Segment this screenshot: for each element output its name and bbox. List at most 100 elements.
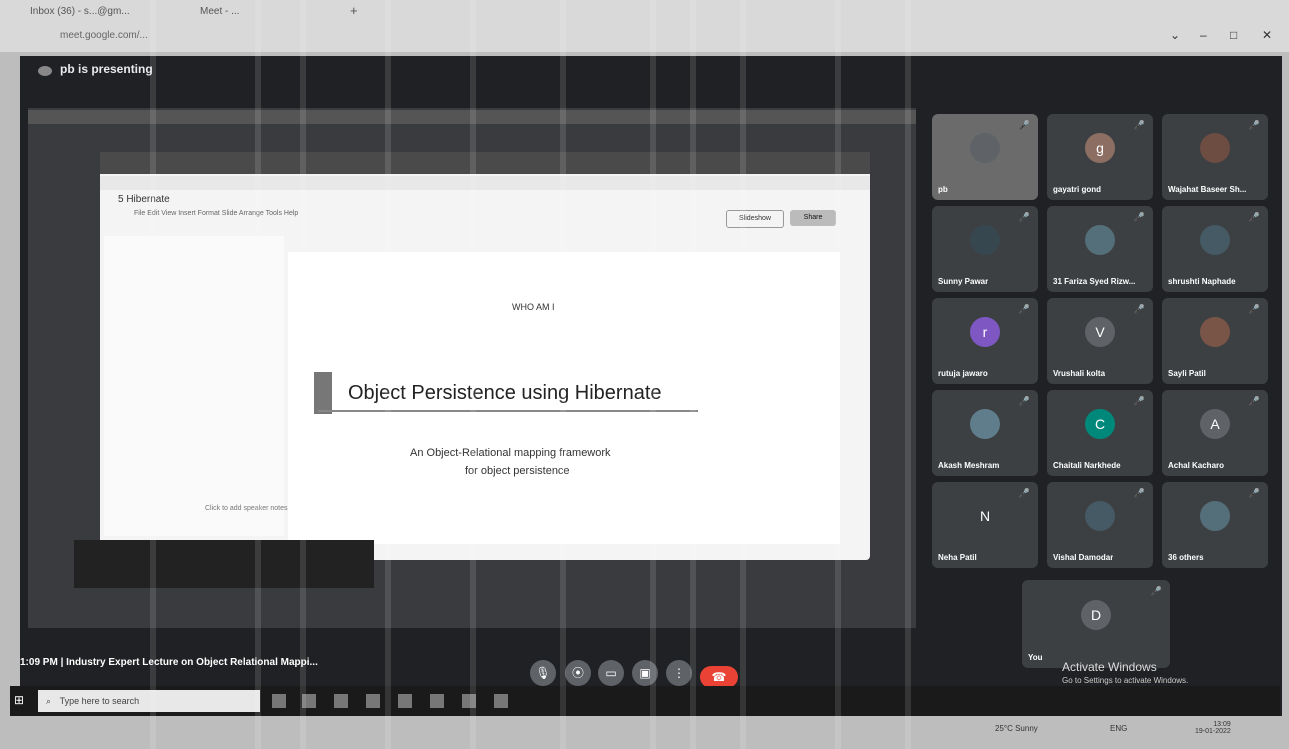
participant-avatar: C	[1085, 409, 1115, 439]
mic-muted-icon: 🎤	[1018, 488, 1030, 498]
slide-small-heading: WHO AM I	[512, 302, 555, 312]
search-icon: ⌕	[46, 696, 52, 706]
participant-tile[interactable]: V 🎤 Vrushali kolta	[1047, 298, 1153, 384]
participant-tile[interactable]: N 🎤 Neha Patil	[932, 482, 1038, 568]
speaker-notes-hint: Click to add speaker notes	[205, 505, 288, 512]
participant-tile[interactable]: 🎤 Sunny Pawar	[932, 206, 1038, 292]
participant-avatar: V	[1085, 317, 1115, 347]
mic-muted-icon: 🎤	[1248, 120, 1260, 130]
minimize-icon[interactable]: –	[1200, 28, 1207, 42]
lang-indicator[interactable]: ENG	[1110, 724, 1127, 733]
moire-stripe	[835, 0, 841, 749]
participant-avatar	[1200, 133, 1230, 163]
participant-avatar: D	[1081, 600, 1111, 630]
close-icon[interactable]: ✕	[1262, 28, 1272, 42]
photos-icon[interactable]	[494, 694, 508, 708]
mic-muted-icon: 🎤	[1018, 120, 1030, 130]
participant-tile[interactable]: 🎤 Vishal Damodar	[1047, 482, 1153, 568]
participant-avatar	[970, 409, 1000, 439]
address-bar[interactable]: meet.google.com/...	[60, 30, 1150, 46]
participant-tile[interactable]: 🎤 pb	[932, 114, 1038, 200]
shared-browser-tabs	[100, 152, 870, 174]
task-view-icon[interactable]	[272, 694, 286, 708]
mic-muted-icon: 🎤	[1248, 304, 1260, 314]
weather-text: 25°C Sunny	[995, 724, 1038, 733]
participant-tile[interactable]: D 🎤 You	[1022, 580, 1170, 668]
participant-tile[interactable]: C 🎤 Chaitali Narkhede	[1047, 390, 1153, 476]
camera-toggle-button[interactable]: ⦿	[565, 660, 591, 686]
store-icon[interactable]	[366, 694, 380, 708]
shared-terminal	[74, 540, 374, 588]
moire-stripe	[740, 0, 746, 749]
moire-stripe	[560, 0, 566, 749]
chevron-down-icon[interactable]: ⌄	[1170, 28, 1180, 42]
participant-tile[interactable]: r 🎤 rutuja jawaro	[932, 298, 1038, 384]
mic-muted-icon: 🎤	[1018, 212, 1030, 222]
participant-name: Chaitali Narkhede	[1053, 461, 1121, 470]
participant-name: Akash Meshram	[938, 461, 1000, 470]
docs-title: 5 Hibernate	[118, 194, 170, 205]
slide-subtitle-1: An Object-Relational mapping framework	[410, 447, 611, 459]
mic-toggle-button[interactable]: 🎙	[530, 660, 556, 686]
participant-name: Vrushali kolta	[1053, 369, 1106, 378]
participant-tile[interactable]: 🎤 shrushti Naphade	[1162, 206, 1268, 292]
taskbar-search[interactable]: ⌕ Type here to search	[38, 690, 260, 712]
participant-name: Sayli Patil	[1168, 369, 1206, 378]
mic-muted-icon: 🎤	[1133, 304, 1145, 314]
participant-name: You	[1028, 653, 1043, 662]
moire-stripe	[690, 0, 696, 749]
participant-avatar: r	[970, 317, 1000, 347]
mic-muted-icon: 🎤	[1018, 396, 1030, 406]
participant-avatar	[970, 225, 1000, 255]
participant-tile[interactable]: 🎤 Wajahat Baseer Sh...	[1162, 114, 1268, 200]
mic-muted-icon: 🎤	[1150, 586, 1162, 596]
more-options-button[interactable]: ⋮	[666, 660, 692, 686]
slide-underline	[318, 410, 698, 412]
participant-avatar	[1085, 225, 1115, 255]
mic-muted-icon: 🎤	[1133, 488, 1145, 498]
browser-tab-inbox[interactable]: Inbox (36) - s...@gm...	[30, 6, 180, 24]
activate-windows-hint: Go to Settings to activate Windows.	[1062, 676, 1189, 685]
new-tab-button[interactable]: +	[350, 3, 366, 21]
participant-tile[interactable]: 🎤 36 others	[1162, 482, 1268, 568]
taskbar-search-placeholder: Type here to search	[59, 696, 140, 706]
mic-muted-icon: 🎤	[1133, 120, 1145, 130]
moire-stripe	[255, 0, 261, 749]
maximize-icon[interactable]: □	[1230, 28, 1237, 42]
moire-stripe	[905, 0, 911, 749]
participant-name: Wajahat Baseer Sh...	[1168, 185, 1247, 194]
participant-avatar: N	[970, 501, 1000, 531]
participant-avatar: A	[1200, 409, 1230, 439]
participant-avatar	[970, 133, 1000, 163]
weather-tray[interactable]: 25°C Sunny ENG	[995, 724, 1127, 733]
explorer-icon[interactable]	[430, 694, 444, 708]
participant-tile[interactable]: 🎤 Akash Meshram	[932, 390, 1038, 476]
participant-avatar: g	[1085, 133, 1115, 163]
moire-stripe	[300, 0, 306, 749]
participant-name: Neha Patil	[938, 553, 977, 562]
windows-start-icon[interactable]: ⊞	[14, 693, 28, 707]
mail-icon[interactable]	[398, 694, 412, 708]
slide-subtitle-2: for object persistence	[465, 465, 570, 477]
participant-name: shrushti Naphade	[1168, 277, 1236, 286]
participant-tile[interactable]: 🎤 Sayli Patil	[1162, 298, 1268, 384]
taskbar-clock[interactable]: 13:09 19-01-2022	[1195, 721, 1231, 735]
moire-stripe	[385, 0, 391, 749]
participant-name: gayatri gond	[1053, 185, 1102, 194]
meeting-title: 1:09 PM | Industry Expert Lecture on Obj…	[20, 657, 318, 668]
participant-tile[interactable]: 🎤 31 Fariza Syed Rizw...	[1047, 206, 1153, 292]
moire-stripe	[150, 0, 156, 749]
share-button: Share	[790, 210, 836, 226]
participant-name: pb	[938, 185, 948, 194]
end-call-button[interactable]: ☎	[700, 666, 738, 688]
participant-tile[interactable]: A 🎤 Achal Kacharo	[1162, 390, 1268, 476]
edge-icon[interactable]	[334, 694, 348, 708]
mic-muted-icon: 🎤	[1018, 304, 1030, 314]
participant-avatar	[1200, 225, 1230, 255]
participant-tile[interactable]: g 🎤 gayatri gond	[1047, 114, 1153, 200]
mic-muted-icon: 🎤	[1133, 212, 1145, 222]
docs-menu: File Edit View Insert Format Slide Arran…	[134, 210, 299, 217]
captions-button[interactable]: ▭	[598, 660, 624, 686]
presenter-avatar	[38, 66, 52, 76]
slide-title: Object Persistence using Hibernate	[348, 382, 662, 404]
